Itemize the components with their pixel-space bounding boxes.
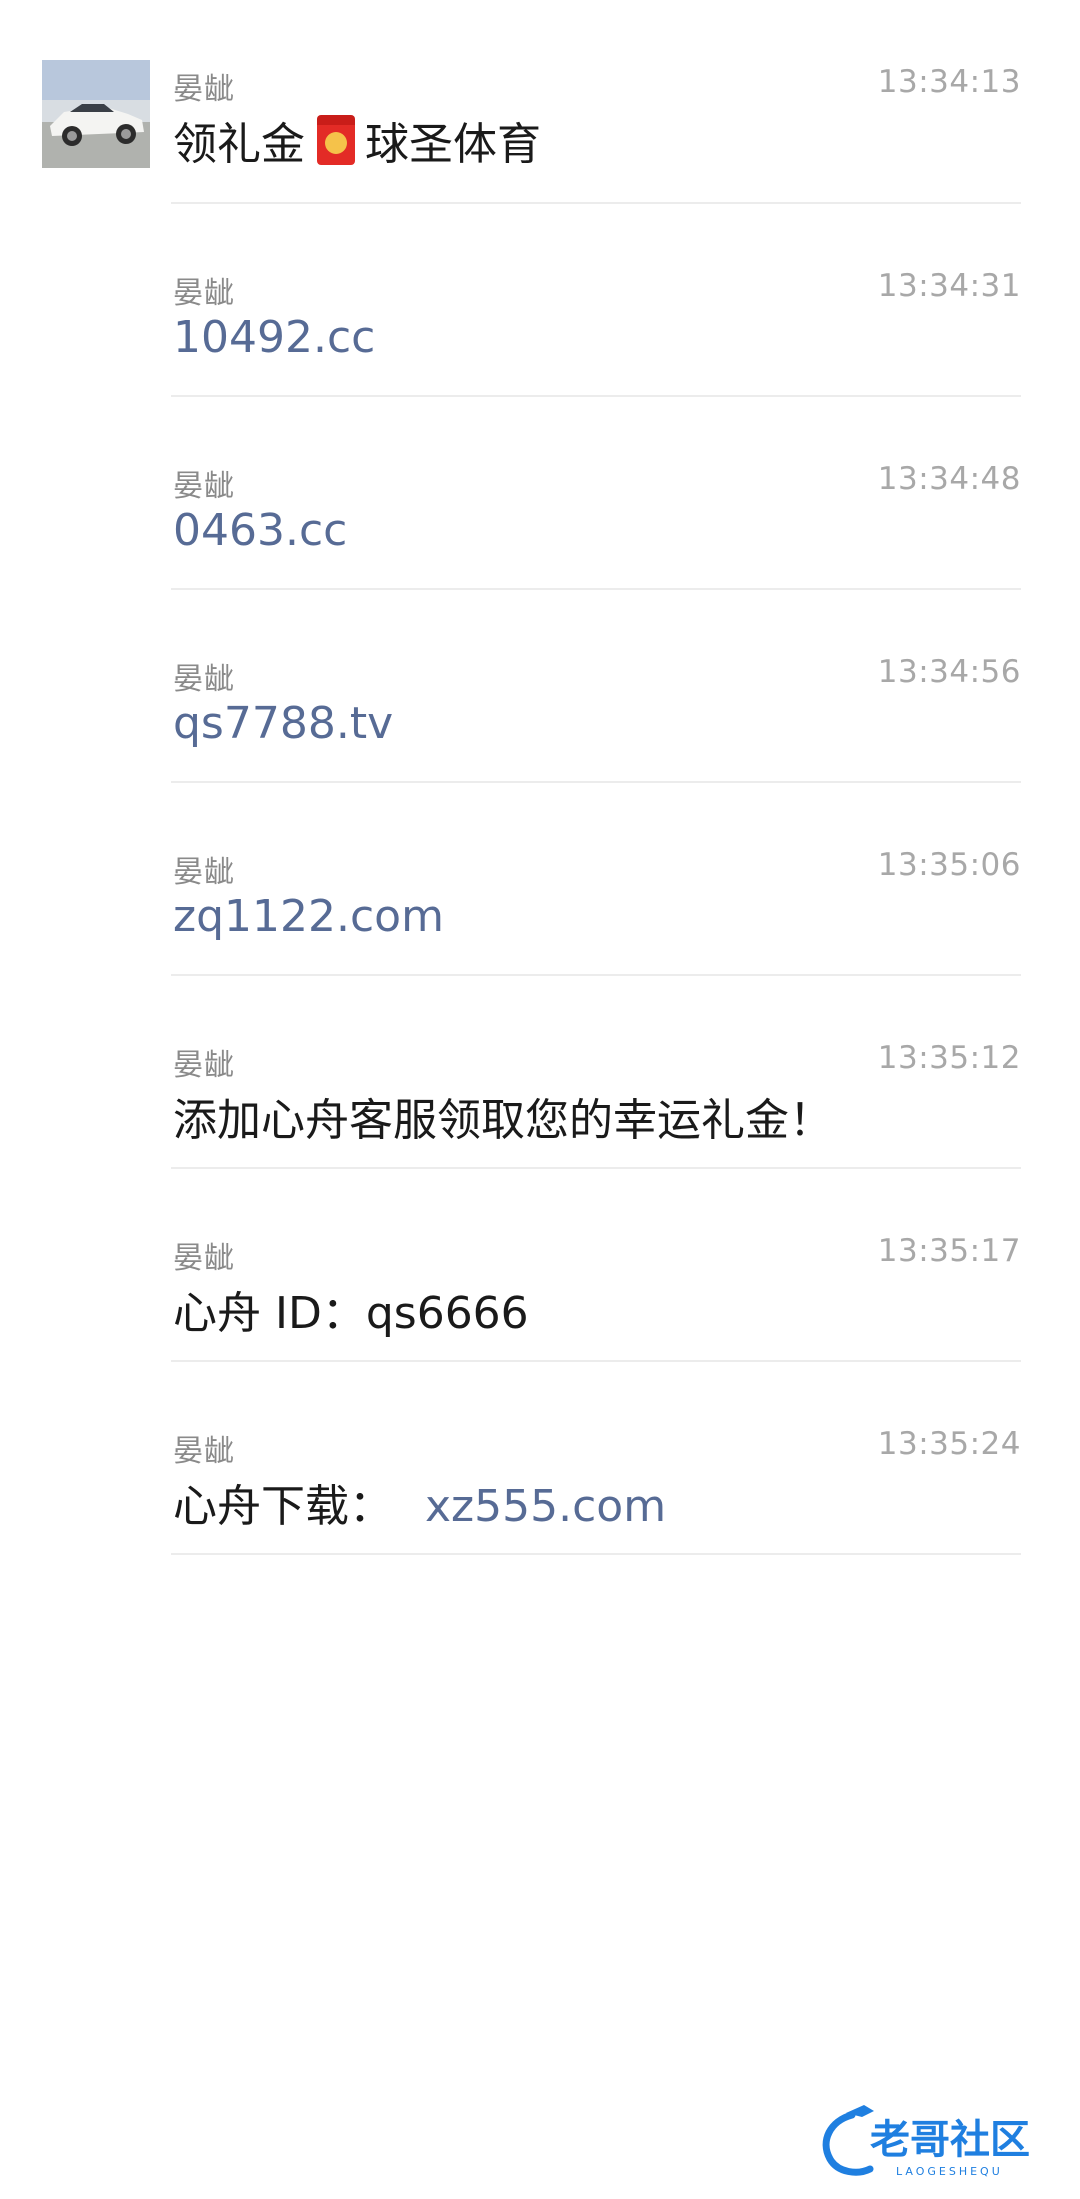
message-link[interactable]: qs7788.tv xyxy=(173,698,393,749)
message-time: 13:34:13 xyxy=(877,64,1021,100)
message-time: 13:34:31 xyxy=(877,268,1021,304)
message-item[interactable]: 晏龇 13:34:31 10492.cc xyxy=(171,204,1021,397)
message-item[interactable]: 晏龇 13:35:12 添加心舟客服领取您的幸运礼金！ xyxy=(171,976,1021,1169)
sender-name: 晏龇 xyxy=(173,469,235,504)
red-envelope-icon xyxy=(317,115,355,165)
message-time: 13:35:06 xyxy=(877,847,1021,883)
sender-avatar[interactable] xyxy=(42,60,150,168)
message-time: 13:34:48 xyxy=(877,461,1021,497)
message-text: 心舟下载： xz555.com xyxy=(173,1470,666,1534)
watermark-logo: 老哥社区 LAOGESHEQU xyxy=(812,2095,1052,2185)
message-item[interactable]: 晏龇 13:35:17 心舟 ID：qs6666 xyxy=(171,1169,1021,1362)
message-item[interactable]: 晏龇 13:35:24 心舟下载： xz555.com xyxy=(171,1362,1021,1555)
message-time: 13:35:17 xyxy=(877,1233,1021,1269)
dragon-logo-icon: 老哥社区 LAOGESHEQU xyxy=(822,2105,1030,2178)
message-list: 晏龇 13:34:13 领礼金 球圣体育 晏龇 13:34:31 10492.cc… xyxy=(171,0,1021,1555)
message-text: 添加心舟客服领取您的幸运礼金！ xyxy=(173,1095,833,1146)
message-link[interactable]: 0463.cc xyxy=(173,505,347,556)
message-text: 领礼金 球圣体育 xyxy=(173,108,541,172)
message-time: 13:35:24 xyxy=(877,1426,1021,1462)
message-item[interactable]: 晏龇 13:35:06 zq1122.com xyxy=(171,783,1021,976)
sender-name: 晏龇 xyxy=(173,72,235,107)
message-item[interactable]: 晏龇 13:34:56 qs7788.tv xyxy=(171,590,1021,783)
message-link[interactable]: zq1122.com xyxy=(173,891,444,942)
message-item[interactable]: 晏龇 13:34:48 0463.cc xyxy=(171,397,1021,590)
sender-name: 晏龇 xyxy=(173,662,235,697)
message-item[interactable]: 晏龇 13:34:13 领礼金 球圣体育 xyxy=(171,0,1021,204)
sender-name: 晏龇 xyxy=(173,1241,235,1276)
message-text: 心舟 ID：qs6666 xyxy=(173,1288,529,1339)
car-photo-icon xyxy=(42,60,150,168)
message-link[interactable]: xz555.com xyxy=(425,1481,666,1532)
message-time: 13:34:56 xyxy=(877,654,1021,690)
chat-history-page: 晏龇 13:34:13 领礼金 球圣体育 晏龇 13:34:31 10492.cc… xyxy=(0,0,1080,2199)
watermark-title: 老哥社区 xyxy=(870,2117,1030,2163)
message-time: 13:35:12 xyxy=(877,1040,1021,1076)
sender-name: 晏龇 xyxy=(173,276,235,311)
message-text-part: 领礼金 xyxy=(173,119,305,170)
watermark-subtitle: LAOGESHEQU xyxy=(896,2165,1003,2178)
message-text-part: 心舟下载： xyxy=(173,1481,393,1532)
message-link[interactable]: 10492.cc xyxy=(173,312,375,363)
sender-name: 晏龇 xyxy=(173,855,235,890)
sender-name: 晏龇 xyxy=(173,1434,235,1469)
message-text-part: 球圣体育 xyxy=(365,119,541,170)
sender-name: 晏龇 xyxy=(173,1048,235,1083)
